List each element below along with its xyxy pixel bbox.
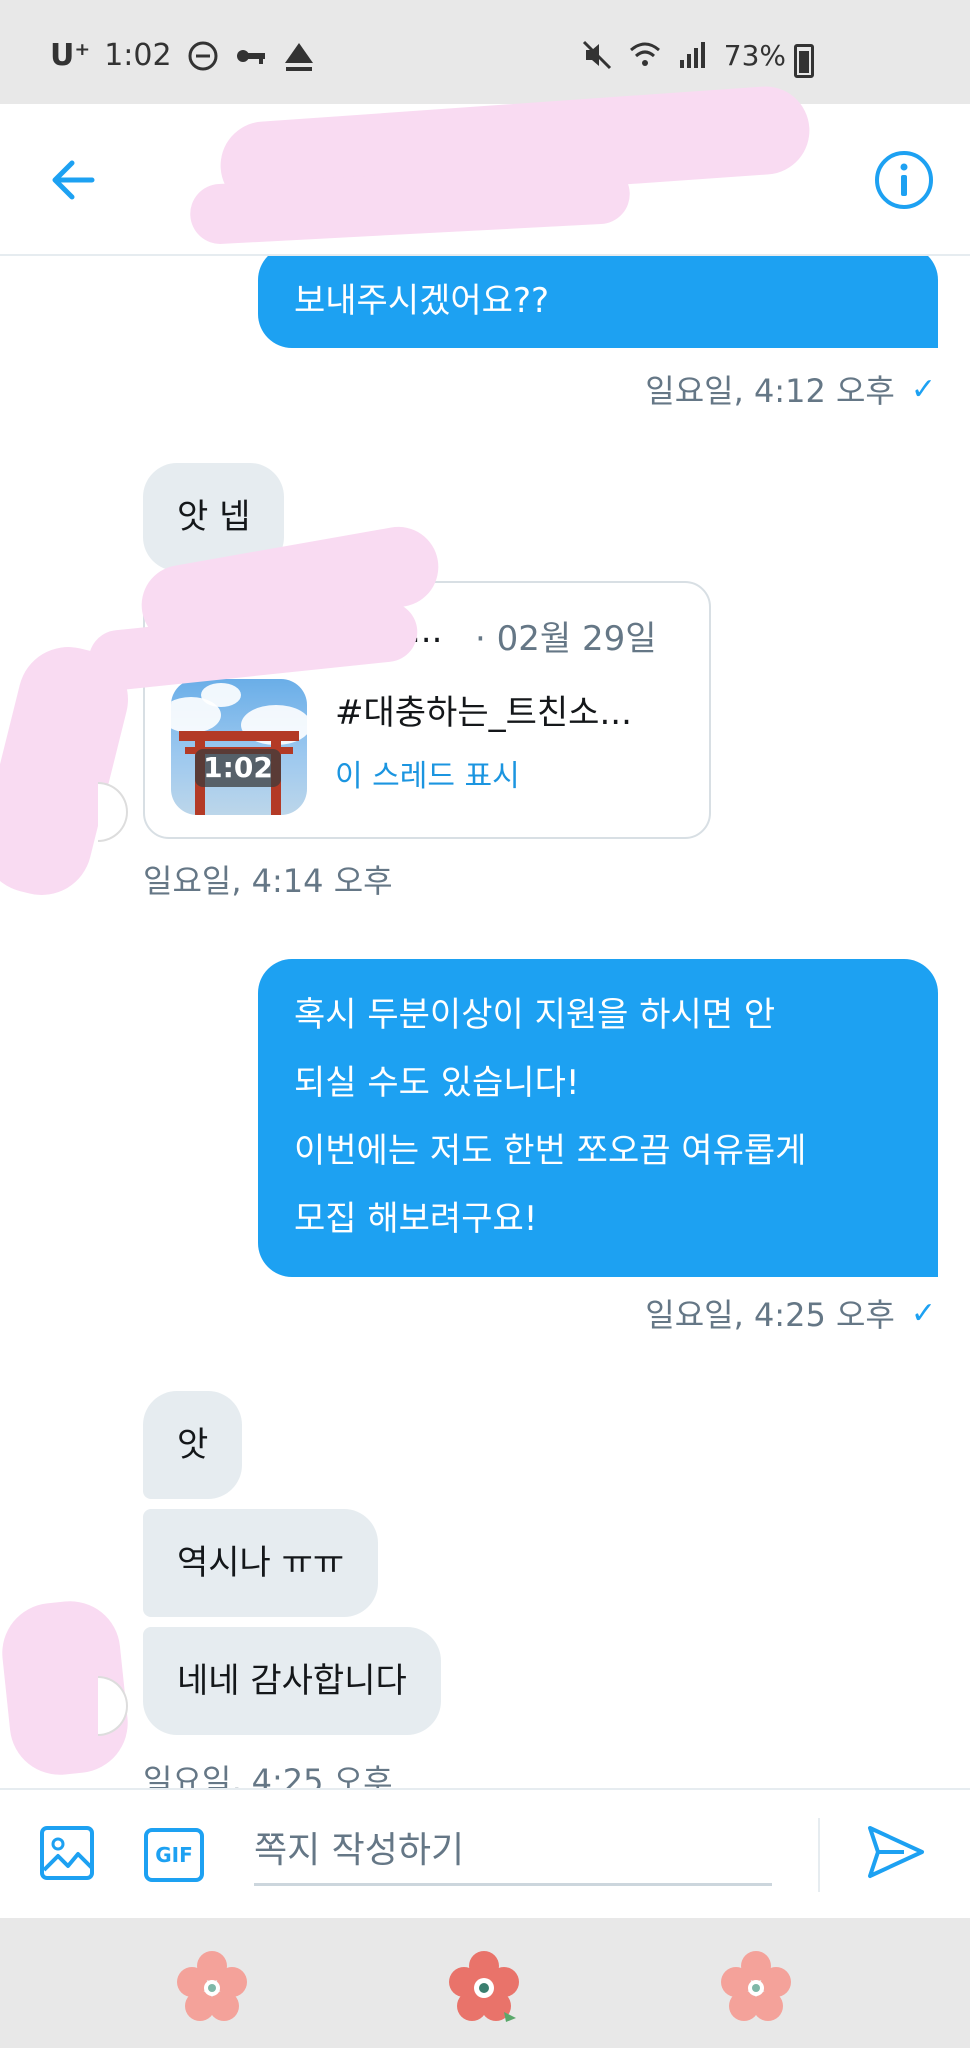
flower-recents-icon[interactable] (716, 1946, 796, 2026)
show-thread-link[interactable]: 이 스레드 표시 (335, 751, 520, 795)
message-timestamp: 일요일, 4:12 오후 ✓ (645, 366, 936, 412)
key-icon (236, 49, 265, 64)
card-date: · 02월 29일 (475, 619, 657, 659)
sent-check-icon: ✓ (910, 1295, 936, 1331)
timestamp-text: 일요일, 4:25 오후 (645, 1296, 895, 1334)
status-bar: U⁺ 1:02 73% (0, 0, 970, 104)
compose-bar: GIF (0, 1788, 970, 1918)
arrow-left-icon[interactable] (44, 150, 104, 210)
message-input[interactable] (254, 1818, 772, 1886)
send-icon[interactable] (864, 1820, 928, 1884)
message-line: 되실 수도 있습니다! (294, 1063, 580, 1103)
mute-icon (582, 40, 611, 70)
message-timestamp: 일요일, 4:14 오후 (143, 862, 393, 900)
battery-percent: 73% (723, 38, 786, 72)
sent-check-icon: ✓ (910, 371, 936, 407)
message-line: 혹시 두분이상이 지원을 하시면 안 (294, 995, 776, 1035)
message-timestamp: 일요일, 4:25 오후 ✓ (645, 1290, 936, 1336)
battery-icon (794, 44, 814, 78)
message-text: 앗 (177, 1425, 209, 1465)
message-text: 역시나 ㅠㅠ (177, 1543, 345, 1583)
image-icon[interactable] (38, 1824, 96, 1882)
message-list[interactable]: 보내주시겠어요?? 일요일, 4:12 오후 ✓ 앗 넵 ... · 02월 2… (0, 256, 970, 1788)
timestamp-text: 일요일, 4:12 오후 (645, 372, 895, 410)
message-bubble-incoming[interactable]: 역시나 ㅠㅠ (143, 1509, 379, 1617)
conversation-header (0, 83, 970, 256)
sender-avatar[interactable] (98, 782, 128, 842)
message-bubble-outgoing[interactable]: 혹시 두분이상이 지원을 하시면 안 되실 수도 있습니다! 이번에는 저도 한… (258, 959, 938, 1277)
message-text: 네네 감사합니다 (177, 1661, 407, 1701)
message-line: 이번에는 저도 한번 쪼오끔 여유롭게 (294, 1131, 807, 1171)
message-line: 모집 해보려구요! (294, 1199, 538, 1239)
wifi-icon (629, 42, 660, 66)
vpn-icon (284, 42, 313, 71)
compose-divider (818, 1818, 820, 1892)
card-title: #대충하는_트친소... (335, 693, 632, 733)
clock: 1:02 (104, 38, 172, 73)
message-bubble-outgoing[interactable]: 보내주시겠어요?? (258, 256, 938, 348)
carrier-label: U⁺ (50, 38, 91, 73)
message-bubble-incoming[interactable]: 네네 감사합니다 (143, 1627, 441, 1735)
redacted-avatar (0, 636, 139, 906)
do-not-disturb-icon (188, 41, 218, 70)
flower-back-icon[interactable] (172, 1946, 252, 2026)
card-video-thumbnail[interactable]: 1:02 (171, 679, 307, 815)
signal-icon (679, 42, 705, 68)
system-nav-bar (0, 1918, 970, 2048)
video-duration: 1:02 (195, 749, 281, 787)
message-text: 앗 넵 (177, 497, 251, 537)
message-timestamp: 일요일, 4:25 오후 (143, 1762, 393, 1788)
message-bubble-incoming[interactable]: 앗 (143, 1391, 243, 1499)
message-text: 보내주시겠어요?? (294, 281, 550, 321)
flower-home-icon[interactable] (444, 1946, 524, 2026)
gif-button[interactable]: GIF (144, 1828, 204, 1882)
info-icon[interactable] (872, 148, 936, 212)
